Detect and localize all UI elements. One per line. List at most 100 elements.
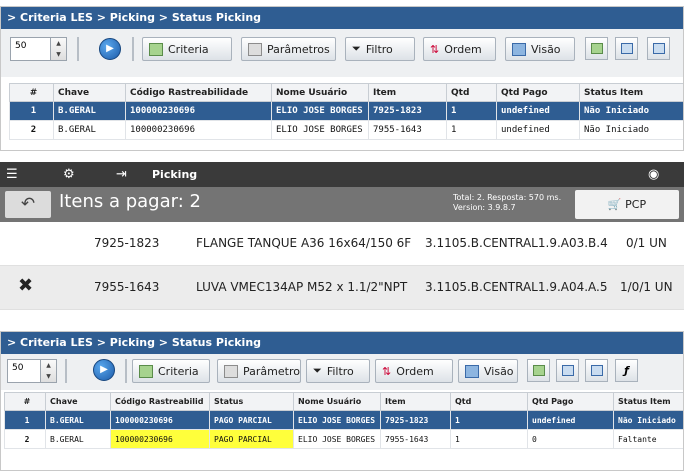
list-item[interactable]: ✖ 7955-1643 LUVA VMEC134AP M52 x 1.1/2"N…: [0, 266, 684, 310]
stepper-arrows-icon[interactable]: ▲ ▼: [50, 38, 66, 60]
cell-chave: B.GERAL: [53, 120, 126, 140]
column-header[interactable]: Nome Usuário: [271, 83, 369, 102]
function-icon[interactable]: ƒ: [615, 359, 638, 382]
user-icon[interactable]: ◉: [648, 167, 659, 182]
cell-chave: B.GERAL: [45, 429, 111, 449]
close-icon[interactable]: ✖: [18, 275, 33, 296]
table-row[interactable]: 2 B.GERAL 100000230696 ELIO JOSE BORGES …: [9, 120, 683, 140]
status-picking-panel-top: > Criteria LES > Picking > Status Pickin…: [0, 6, 684, 151]
table-header-row: # Chave Código Rastreabilidade Nome Usuá…: [9, 83, 683, 102]
criteria-button[interactable]: Criteria: [132, 359, 210, 383]
breadcrumb: > Criteria LES > Picking > Status Pickin…: [1, 332, 683, 354]
cell-codigo: 100000230696: [125, 101, 272, 121]
column-header[interactable]: Código Rastreabilidade: [125, 83, 272, 102]
column-header[interactable]: Status Item: [613, 392, 683, 411]
table-row[interactable]: 2 B.GERAL 100000230696 PAGO PARCIAL ELIO…: [4, 429, 683, 449]
cell-item: 7955-1643: [368, 120, 447, 140]
cell-qtd: 1: [446, 120, 497, 140]
cell-item: 7955-1643: [380, 429, 451, 449]
table-row[interactable]: 1 B.GERAL 100000230696 ELIO JOSE BORGES …: [9, 101, 683, 121]
row-number: 1: [9, 101, 54, 121]
visao-button[interactable]: Visão: [458, 359, 518, 383]
page-size-stepper[interactable]: 50 ▲ ▼: [10, 37, 67, 61]
column-header[interactable]: #: [9, 83, 54, 102]
toolbar: 50 ▲ ▼ ▶ Criteria Parâmetros ⏷ Filtro ⇅ Orde…: [1, 29, 683, 77]
filtro-button[interactable]: ⏷ Filtro: [306, 359, 370, 383]
save-icon[interactable]: [615, 37, 638, 60]
column-header[interactable]: Qtd Pago: [496, 83, 580, 102]
code-icon[interactable]: [647, 37, 670, 60]
column-header[interactable]: #: [4, 392, 46, 411]
toolbar-divider: [132, 37, 134, 61]
ordem-button[interactable]: ⇅ Ordem: [423, 37, 496, 61]
play-icon[interactable]: ▶: [93, 359, 115, 381]
topbar-title: Picking: [152, 168, 198, 181]
mobile-header: ↶ Itens a pagar: 2 Total: 2. Resposta: 5…: [0, 187, 684, 222]
code-icon[interactable]: [585, 359, 608, 382]
filtro-button[interactable]: ⏷ Filtro: [345, 37, 415, 61]
export-icon[interactable]: [585, 37, 608, 60]
parametros-label: Parâmetros: [267, 42, 330, 56]
response-info: Total: 2. Resposta: 570 ms. Version: 3.9.…: [453, 193, 561, 213]
column-header[interactable]: Nome Usuário: [293, 392, 381, 411]
cell-nome: ELIO JOSE BORGES [: [271, 101, 369, 121]
funnel-icon: ⏷: [352, 42, 361, 55]
tag-icon: [248, 42, 262, 56]
column-header[interactable]: Status Item: [579, 83, 683, 102]
gear-icon[interactable]: ⚙: [63, 167, 75, 182]
cell-codigo: 100000230696: [110, 410, 210, 430]
parametros-button[interactable]: Parâmetros: [217, 359, 301, 383]
play-icon[interactable]: ▶: [99, 38, 121, 60]
parametros-button[interactable]: Parâmetros: [241, 37, 336, 61]
cell-status-item: Não Iniciado: [613, 410, 683, 430]
back-button[interactable]: ↶: [5, 191, 51, 218]
menu-icon[interactable]: ☰: [6, 167, 18, 182]
stepper-arrows-icon[interactable]: ▲ ▼: [40, 360, 56, 382]
criteria-label: Criteria: [158, 364, 199, 378]
cell-nome: ELIO JOSE BORGES: [293, 410, 381, 430]
funnel-icon: ⏷: [313, 364, 322, 377]
column-header[interactable]: Qtd Pago: [527, 392, 614, 411]
pcp-button[interactable]: 🛒 PCP: [575, 190, 679, 219]
criteria-icon: [139, 364, 153, 378]
mobile-picking-screen: ☰ ⚙ ⇥ Picking ◉ ↶ Itens a pagar: 2 Total…: [0, 162, 684, 312]
tag-icon: [224, 364, 238, 378]
column-header[interactable]: Código Rastreabilid: [110, 392, 210, 411]
list-item[interactable]: 7925-1823 FLANGE TANQUE A36 16x64/150 6F…: [0, 222, 684, 266]
cell-status-item: Faltante: [613, 429, 683, 449]
page-size-stepper[interactable]: 50 ▲ ▼: [7, 359, 57, 383]
table-row[interactable]: 1 B.GERAL 100000230696 PAGO PARCIAL ELIO…: [4, 410, 683, 430]
ordem-label: Ordem: [444, 42, 482, 56]
row-number: 1: [4, 410, 46, 430]
column-header[interactable]: Chave: [53, 83, 126, 102]
criteria-button[interactable]: Criteria: [142, 37, 232, 61]
cell-qtd: 1: [450, 429, 528, 449]
cell-qtd: 1: [446, 101, 497, 121]
sort-icon: ⇅: [382, 364, 392, 378]
export-icon[interactable]: [527, 359, 550, 382]
items-to-pay-title: Itens a pagar: 2: [59, 191, 201, 212]
ordem-button[interactable]: ⇅ Ordem: [375, 359, 453, 383]
column-header[interactable]: Status: [209, 392, 294, 411]
grid-icon: [465, 364, 479, 378]
column-header[interactable]: Qtd: [450, 392, 528, 411]
picking-table: # Chave Código Rastreabilidade Nome Usuá…: [9, 83, 683, 140]
column-header[interactable]: Chave: [45, 392, 111, 411]
column-header[interactable]: Item: [380, 392, 451, 411]
item-quantity: 1/0/1 UN: [620, 280, 673, 294]
logout-icon[interactable]: ⇥: [116, 167, 127, 182]
cell-qtd: 1: [450, 410, 528, 430]
visao-button[interactable]: Visão: [505, 37, 575, 61]
cart-icon: 🛒: [607, 198, 622, 211]
info-version: Version: 3.9.8.7: [453, 203, 516, 212]
save-icon[interactable]: [556, 359, 579, 382]
cell-qtd-pago: undefined: [496, 101, 580, 121]
column-header[interactable]: Qtd: [446, 83, 497, 102]
cell-chave: B.GERAL: [53, 101, 126, 121]
cell-item: 7925-1823: [368, 101, 447, 121]
column-header[interactable]: Item: [368, 83, 447, 102]
visao-label: Visão: [531, 42, 561, 56]
cell-item: 7925-1823: [380, 410, 451, 430]
item-description: LUVA VMEC134AP M52 x 1.1/2"NPT: [196, 280, 408, 294]
item-code: 7955-1643: [94, 280, 160, 294]
